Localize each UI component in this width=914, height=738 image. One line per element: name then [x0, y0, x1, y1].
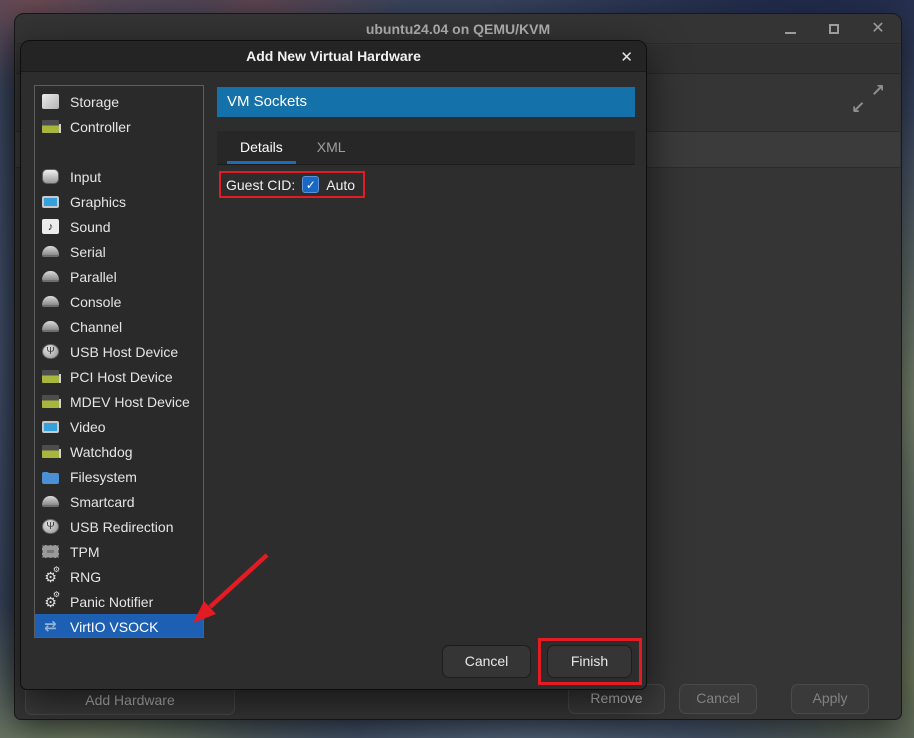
hardware-type-label: Console [70, 294, 121, 310]
window-controls: ✕ [781, 14, 887, 44]
channel-icon [42, 321, 59, 332]
hardware-type-label: Parallel [70, 269, 117, 285]
smartcard-icon [42, 496, 59, 507]
pci-card-icon [42, 395, 59, 408]
hardware-type-label: USB Redirection [70, 519, 174, 535]
pci-card-icon [42, 120, 59, 133]
dialog-titlebar[interactable]: Add New Virtual Hardware ✕ [21, 41, 646, 72]
minimize-icon[interactable] [781, 20, 799, 38]
hardware-type-label: MDEV Host Device [70, 394, 190, 410]
hardware-type-row[interactable]: Graphics [35, 189, 203, 214]
hardware-type-row[interactable]: Sound [35, 214, 203, 239]
gear-icon [42, 568, 59, 585]
parallel-port-icon [42, 271, 59, 282]
tab-xml[interactable]: XML [300, 131, 363, 164]
tab-details[interactable]: Details [223, 131, 300, 164]
close-icon[interactable]: ✕ [869, 20, 887, 38]
mouse-icon [42, 169, 59, 184]
hardware-type-label: Smartcard [70, 494, 135, 510]
hardware-type-row[interactable]: USB Redirection [35, 514, 203, 539]
monitor-icon [42, 421, 59, 433]
hardware-type-row[interactable]: Parallel [35, 264, 203, 289]
chip-icon [42, 545, 59, 558]
hardware-type-label: VirtIO VSOCK [70, 619, 158, 635]
sync-arrows-icon [42, 618, 59, 635]
hardware-type-row[interactable]: Video [35, 414, 203, 439]
hardware-type-label: Serial [70, 244, 106, 260]
hardware-type-label: PCI Host Device [70, 369, 173, 385]
fullscreen-expand-icon[interactable]: ↗↙ [851, 82, 885, 116]
usb-icon [42, 519, 59, 534]
apply-button[interactable]: Apply [791, 684, 869, 714]
pci-card-icon [42, 370, 59, 383]
usb-icon [42, 344, 59, 359]
hardware-type-row[interactable]: RNG [35, 564, 203, 589]
auto-checkbox[interactable]: ✓ [302, 176, 319, 193]
gear-icon [42, 593, 59, 610]
hardware-type-label: RNG [70, 569, 101, 585]
hardware-type-row[interactable]: Controller [35, 114, 203, 139]
hardware-type-label: USB Host Device [70, 344, 178, 360]
hardware-type-label: Video [70, 419, 106, 435]
hardware-type-row[interactable]: Panic Notifier [35, 589, 203, 614]
hardware-type-label: Controller [70, 119, 131, 135]
hardware-type-row[interactable]: Storage [35, 89, 203, 114]
hardware-type-row[interactable]: Channel [35, 314, 203, 339]
hardware-type-row[interactable]: Serial [35, 239, 203, 264]
add-hardware-dialog: Add New Virtual Hardware ✕ Storage Contr… [20, 40, 647, 690]
folder-icon [42, 473, 59, 484]
guest-cid-label: Guest CID: [226, 177, 295, 193]
hardware-type-label: Channel [70, 319, 122, 335]
guest-cid-annotation-box: Guest CID: ✓ Auto [219, 171, 365, 198]
hardware-type-label: Panic Notifier [70, 594, 153, 610]
hardware-type-label: Input [70, 169, 101, 185]
window-cancel-button[interactable]: Cancel [679, 684, 757, 714]
details-pane [217, 166, 635, 671]
hardware-type-row[interactable] [35, 139, 203, 164]
hardware-type-row[interactable]: Input [35, 164, 203, 189]
hardware-type-row[interactable]: PCI Host Device [35, 364, 203, 389]
hardware-type-row[interactable]: Smartcard [35, 489, 203, 514]
speaker-icon [42, 219, 59, 234]
hardware-type-row[interactable]: Watchdog [35, 439, 203, 464]
page-title: VM Sockets [217, 87, 635, 117]
hardware-type-list: Storage Controller Input Graphics Sound [34, 85, 204, 638]
hardware-type-row[interactable]: Console [35, 289, 203, 314]
check-icon: ✓ [306, 179, 316, 191]
hardware-type-row[interactable]: TPM [35, 539, 203, 564]
tab-bar: Details XML [217, 131, 635, 165]
auto-label: Auto [326, 177, 355, 193]
hardware-type-row[interactable]: Filesystem [35, 464, 203, 489]
serial-port-icon [42, 246, 59, 257]
finish-annotation-box [538, 638, 642, 685]
dialog-title: Add New Virtual Hardware [21, 41, 646, 72]
hardware-type-label: Graphics [70, 194, 126, 210]
hardware-type-row[interactable]: USB Host Device [35, 339, 203, 364]
hardware-type-label: Watchdog [70, 444, 133, 460]
hardware-type-label: Storage [70, 94, 119, 110]
monitor-icon [42, 196, 59, 208]
hardware-type-label: TPM [70, 544, 100, 560]
dialog-close-icon[interactable]: ✕ [620, 41, 633, 72]
dialog-cancel-button[interactable]: Cancel [442, 645, 531, 678]
hardware-type-row[interactable]: VirtIO VSOCK [35, 614, 203, 638]
pci-card-icon [42, 445, 59, 458]
hardware-type-label: Filesystem [70, 469, 137, 485]
hardware-type-label: Sound [70, 219, 110, 235]
console-icon [42, 296, 59, 307]
disk-icon [42, 94, 59, 109]
hardware-type-row[interactable]: MDEV Host Device [35, 389, 203, 414]
maximize-icon[interactable] [825, 20, 843, 38]
